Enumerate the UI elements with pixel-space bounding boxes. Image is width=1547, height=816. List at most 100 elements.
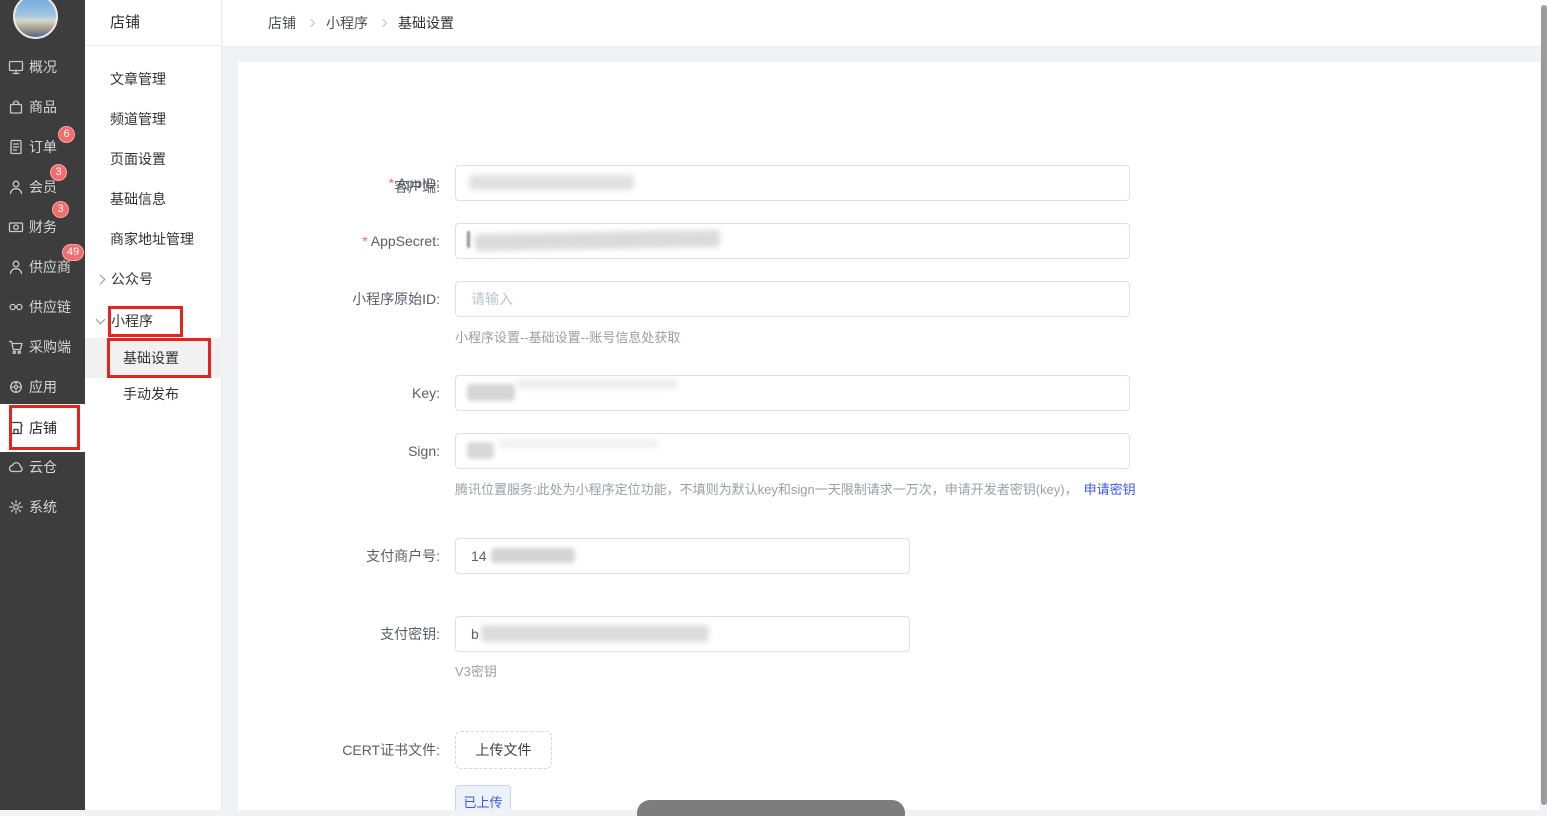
pay-secret-label: 支付密钥: bbox=[380, 626, 440, 642]
upload-file-button[interactable]: 上传文件 bbox=[455, 731, 552, 769]
avatar[interactable] bbox=[13, 0, 58, 39]
chevron-down-icon bbox=[95, 314, 106, 325]
appsecret-field-wrap bbox=[455, 223, 1130, 259]
cert-label: CERT证书文件: bbox=[342, 742, 440, 758]
original-id-hint: 小程序设置--基础设置--账号信息处获取 bbox=[455, 330, 681, 345]
submenu-item-label: 页面设置 bbox=[110, 151, 166, 167]
breadcrumb-item-basic-settings[interactable]: 基础设置 bbox=[398, 13, 454, 33]
scrollbar[interactable] bbox=[1541, 5, 1547, 805]
finance-icon bbox=[8, 222, 24, 233]
submenu-item-label: 基础设置 bbox=[123, 350, 179, 366]
breadcrumb-item-mini-program[interactable]: 小程序 bbox=[326, 13, 368, 33]
submenu-item-manual-release[interactable]: 手动发布 bbox=[85, 374, 222, 414]
orders-badge: 6 bbox=[58, 126, 75, 143]
submenu-item-basic-info[interactable]: 基础信息 bbox=[85, 179, 222, 219]
submenu-title: 店铺 bbox=[110, 14, 141, 31]
appid-label: AppID: bbox=[397, 175, 440, 191]
sidebar-item-label: 采购端 bbox=[29, 339, 71, 355]
breadcrumb-separator-icon bbox=[378, 18, 388, 28]
submenu-item-label: 手动发布 bbox=[123, 386, 179, 402]
suppliers-badge: 49 bbox=[62, 244, 85, 261]
submenu-item-label: 频道管理 bbox=[110, 111, 166, 127]
pay-secret-input[interactable] bbox=[455, 616, 910, 652]
sidebar-item-label: 供应链 bbox=[29, 299, 71, 315]
sidebar-item-label: 概况 bbox=[29, 59, 57, 75]
submenu-item-label: 基础信息 bbox=[110, 191, 166, 207]
submenu-item-label: 小程序 bbox=[111, 313, 153, 329]
submenu-item-label: 商家地址管理 bbox=[110, 231, 194, 247]
member-icon bbox=[9, 180, 23, 195]
key-label: Key: bbox=[411, 385, 440, 401]
gear-icon bbox=[9, 500, 23, 514]
submenu-item-addresses[interactable]: 商家地址管理 bbox=[85, 219, 222, 259]
supply-chain-icon bbox=[9, 303, 23, 311]
key-input[interactable] bbox=[455, 375, 1130, 411]
sidebar-item-label: 应用 bbox=[29, 379, 57, 395]
pay-secret-field-wrap bbox=[455, 616, 910, 652]
sidebar-item-goods[interactable]: 商品 bbox=[0, 87, 85, 127]
goods-icon bbox=[9, 100, 23, 114]
submenu-item-pages[interactable]: 页面设置 bbox=[85, 139, 222, 179]
submenu-item-official-account[interactable]: 公众号 bbox=[85, 259, 222, 299]
chevron-right-icon bbox=[95, 274, 106, 284]
settings-card: 客户端: 开启 关闭 *AppID: *AppSecret: 小程序原始ID bbox=[238, 62, 1540, 810]
required-mark: * bbox=[388, 175, 395, 191]
submenu-item-articles[interactable]: 文章管理 bbox=[85, 59, 222, 99]
original-id-label: 小程序原始ID: bbox=[352, 291, 440, 307]
sidebar-item-label: 店铺 bbox=[29, 420, 57, 436]
order-icon bbox=[10, 139, 22, 155]
apply-key-link[interactable]: 申请密钥 bbox=[1084, 482, 1136, 497]
supplier-icon bbox=[9, 260, 23, 275]
breadcrumb: 店铺 小程序 基础设置 bbox=[222, 0, 1547, 47]
main-sidebar: 概况 商品 订单 会员 财务 供应商 供应链 采购端 应用 店铺 云仓 系统 6… bbox=[0, 0, 85, 810]
finance-badge: 3 bbox=[52, 201, 69, 218]
cart-icon bbox=[8, 340, 23, 355]
appsecret-input[interactable] bbox=[455, 223, 1130, 259]
appid-label-wrap: * AppID: bbox=[238, 165, 440, 201]
uploaded-button[interactable]: 已上传 bbox=[455, 785, 511, 810]
sidebar-item-apps[interactable]: 应用 bbox=[0, 367, 85, 407]
sidebar-item-supply-chain[interactable]: 供应链 bbox=[0, 287, 85, 327]
pay-secret-hint: V3密钥 bbox=[455, 664, 497, 679]
breadcrumb-separator-icon bbox=[306, 18, 316, 28]
toast-notification bbox=[637, 800, 905, 816]
sign-field-wrap bbox=[455, 433, 1130, 469]
original-id-input[interactable] bbox=[455, 281, 1130, 317]
sidebar-item-procurement[interactable]: 采购端 bbox=[0, 327, 85, 367]
upload-file-label: 上传文件 bbox=[475, 742, 532, 758]
merchant-id-label: 支付商户号: bbox=[366, 548, 440, 564]
sidebar-item-label: 财务 bbox=[29, 219, 57, 235]
key-field-wrap bbox=[455, 375, 1130, 411]
submenu-item-label: 文章管理 bbox=[110, 71, 166, 87]
dashboard-icon bbox=[8, 60, 24, 75]
sidebar-item-finance[interactable]: 财务 bbox=[0, 207, 85, 247]
screen: 概况 商品 订单 会员 财务 供应商 供应链 采购端 应用 店铺 云仓 系统 6… bbox=[0, 0, 1547, 816]
original-id-field-wrap bbox=[455, 281, 1130, 317]
uploaded-label: 已上传 bbox=[463, 794, 503, 810]
merchant-id-input[interactable] bbox=[455, 538, 910, 574]
sidebar-item-shop[interactable]: 店铺 bbox=[0, 404, 85, 452]
required-mark: * bbox=[362, 233, 368, 249]
breadcrumb-item-shop[interactable]: 店铺 bbox=[268, 13, 296, 33]
sign-hint-text: 腾讯位置服务:此处为小程序定位功能，不填则为默认key和sign一天限制请求一万… bbox=[455, 482, 1078, 497]
sidebar-item-label: 会员 bbox=[29, 179, 57, 195]
appid-input[interactable] bbox=[455, 165, 1130, 201]
apps-icon bbox=[10, 381, 22, 393]
shop-icon bbox=[9, 421, 23, 435]
sidebar-item-label: 系统 bbox=[29, 499, 57, 515]
sidebar-item-label: 供应商 bbox=[29, 259, 71, 275]
members-badge: 3 bbox=[50, 164, 67, 181]
sidebar-item-cloud-warehouse[interactable]: 云仓 bbox=[0, 447, 85, 487]
submenu-item-label: 公众号 bbox=[111, 271, 153, 287]
submenu-item-mini-program[interactable]: 小程序 bbox=[85, 301, 222, 341]
sidebar-item-system[interactable]: 系统 bbox=[0, 487, 85, 527]
submenu-item-basic-settings[interactable]: 基础设置 bbox=[85, 338, 222, 378]
secondary-sidebar: 店铺 文章管理 频道管理 页面设置 基础信息 商家地址管理 公众号 小程序 基础… bbox=[85, 0, 222, 810]
sign-label: Sign: bbox=[408, 443, 440, 459]
sign-input[interactable] bbox=[455, 433, 1130, 469]
appid-field-wrap bbox=[455, 165, 1130, 201]
submenu-item-channels[interactable]: 频道管理 bbox=[85, 99, 222, 139]
sidebar-item-overview[interactable]: 概况 bbox=[0, 47, 85, 87]
sidebar-item-label: 云仓 bbox=[29, 459, 57, 475]
sidebar-item-members[interactable]: 会员 bbox=[0, 167, 85, 207]
